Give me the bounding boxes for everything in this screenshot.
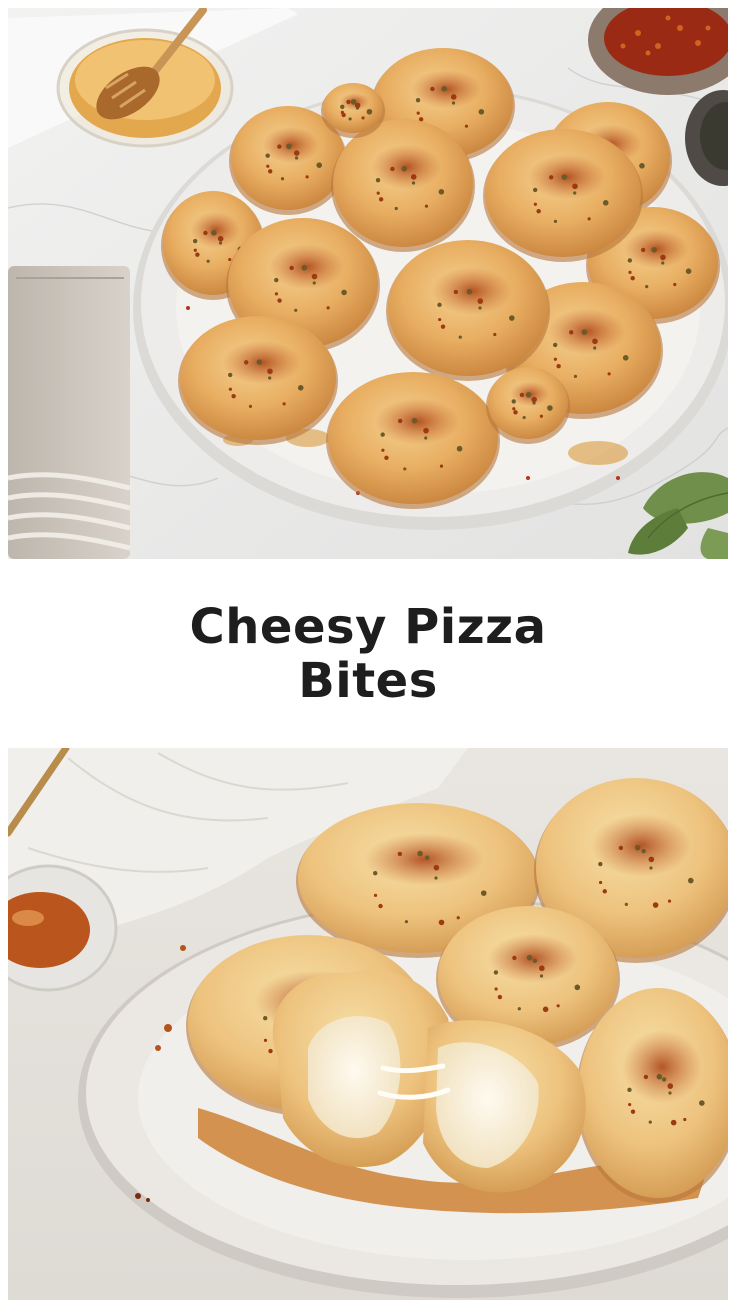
pizza-bite bbox=[178, 316, 338, 445]
pizza-bite bbox=[331, 119, 475, 252]
pizza-bite bbox=[483, 129, 643, 262]
recipe-title: Cheesy Pizza Bites bbox=[189, 598, 547, 709]
bottom-food-photo bbox=[8, 748, 728, 1300]
linen-napkin-icon bbox=[8, 266, 131, 559]
pizza-bite bbox=[386, 240, 550, 381]
top-food-photo bbox=[8, 8, 728, 559]
pizza-bite bbox=[326, 372, 500, 509]
title-band: Cheesy Pizza Bites bbox=[0, 559, 736, 748]
